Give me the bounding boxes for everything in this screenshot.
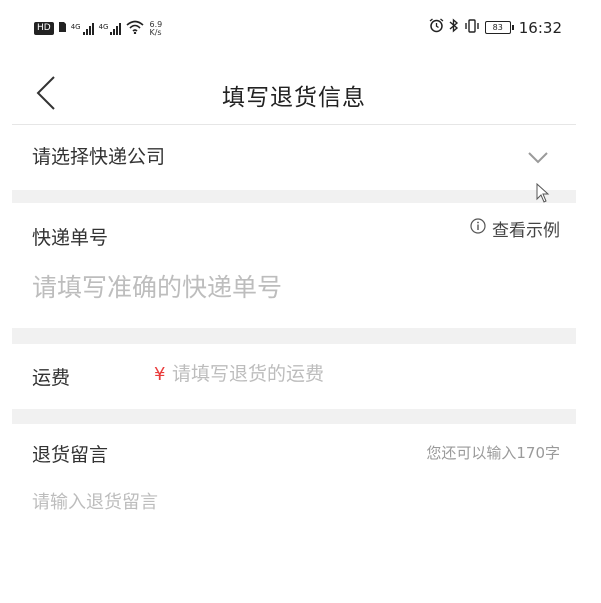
vibrate-icon [464,18,480,37]
view-example-link[interactable]: 查看示例 [470,216,560,241]
status-bar-left: HD 4G 4G 6.9 K/s [34,20,162,37]
character-counter: 您还可以输入170字 [426,444,560,462]
tracking-number-section: 快递单号 查看示例 [12,203,576,328]
freight-label: 运费 [32,367,71,389]
freight-section: 运费 ¥ [12,344,576,409]
sim-card-icon [58,22,66,35]
status-time: 16:32 [518,18,562,37]
status-bar-right: 83 16:32 [429,18,562,37]
right-margin [576,0,601,603]
signal-icon: 4G [70,22,94,35]
alarm-icon [429,18,444,37]
info-icon [470,218,486,239]
network-speed-unit: K/s [149,27,162,37]
left-margin [0,0,12,603]
app-screen: HD 4G 4G 6.9 K/s 83 16:32 填写退货信息 请选择快递公司… [0,0,601,603]
chevron-down-icon[interactable] [527,150,549,164]
status-bar: HD 4G 4G 6.9 K/s 83 16:32 [12,0,576,62]
currency-symbol: ¥ [154,364,166,385]
battery-level: 83 [484,21,511,34]
network-speed: 6.9 K/s [149,20,162,37]
freight-input[interactable] [172,363,532,385]
network-type-label: 4G [70,22,81,31]
tracking-number-label: 快递单号 [32,227,109,249]
view-example-label: 查看示例 [492,221,560,241]
return-message-label: 退货留言 [32,444,109,466]
return-message-section: 退货留言 您还可以输入170字 [12,424,576,603]
hd-badge-icon: HD [34,22,54,35]
bluetooth-icon [449,18,459,37]
return-message-input[interactable] [32,488,552,578]
network-type-label: 4G [98,22,109,31]
mouse-pointer-icon [536,182,550,203]
page-title: 填写退货信息 [222,85,366,111]
courier-company-select[interactable]: 请选择快递公司 [12,125,576,190]
signal-icon: 4G [98,22,122,35]
tracking-number-input[interactable] [32,273,552,302]
battery-icon: 83 [484,21,514,34]
wifi-icon [126,20,145,37]
courier-company-placeholder: 请选择快递公司 [32,146,166,168]
navigation-bar: 填写退货信息 [12,62,576,125]
